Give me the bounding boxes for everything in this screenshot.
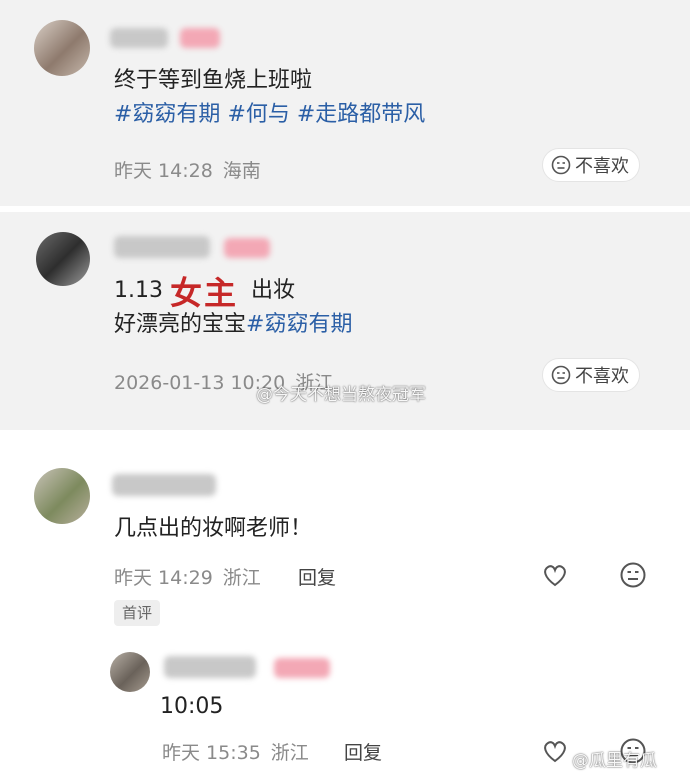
watermark-middle: @今天不想当熬夜冠军 [256,385,426,405]
avatar[interactable] [36,232,90,286]
avatar[interactable] [34,468,90,524]
comment-meta: 昨天 15:35 浙江 [162,738,309,765]
dislike-button[interactable]: 不喜欢 [542,148,640,182]
comment-meta: 昨天 14:29 浙江 [114,563,261,590]
dislike-label: 不喜欢 [575,156,629,177]
username-blurred [114,236,210,258]
watermark-bottom: @瓜里有瓜 [572,751,657,771]
hashtag-link[interactable]: #窈窈有期 [246,312,352,337]
location: 浙江 [270,742,309,764]
location: 浙江 [222,567,261,589]
reply-button[interactable]: 回复 [298,563,336,590]
timestamp: 昨天 14:28 [114,160,213,182]
dislike-button[interactable]: 不喜欢 [542,358,640,392]
hashtag-link[interactable]: #何与 [227,102,289,127]
first-comment-badge: 首评 [114,600,161,626]
neutral-face-icon [551,155,571,175]
username-blurred [164,656,256,678]
comment-text: 几点出的妆啊老师！ [114,516,313,541]
location: 海南 [222,160,261,182]
timestamp: 昨天 15:35 [162,742,261,764]
avatar[interactable] [34,20,90,76]
timestamp: 昨天 14:29 [114,567,213,589]
comment-card-1: 终于等到鱼烧上班啦 #窈窈有期 #何与 #走路都带风 昨天 14:28 海南 不喜… [0,0,690,206]
user-badge-blurred [224,238,270,258]
comment-text: 终于等到鱼烧上班啦 [114,68,313,93]
comment-meta: 昨天 14:28 海南 [114,156,261,183]
reply-button[interactable]: 回复 [344,738,382,765]
user-badge-blurred [274,658,330,678]
heart-icon[interactable] [540,560,570,590]
comment-text: 10:05 [160,694,224,719]
username-blurred [112,474,216,496]
heart-icon[interactable] [540,736,570,766]
avatar[interactable] [110,652,150,692]
comment-tags: #窈窈有期 #何与 #走路都带风 [114,98,425,132]
hashtag-link[interactable]: #窈窈有期 [114,102,220,127]
neutral-face-icon [551,365,571,385]
user-badge-blurred [180,28,220,48]
dislike-icon[interactable] [618,560,648,590]
username-blurred [110,28,168,48]
comment-text-line2: 好漂亮的宝宝#窈窈有期 [114,312,353,337]
hashtag-link[interactable]: #走路都带风 [297,102,425,127]
dislike-label: 不喜欢 [575,366,629,387]
